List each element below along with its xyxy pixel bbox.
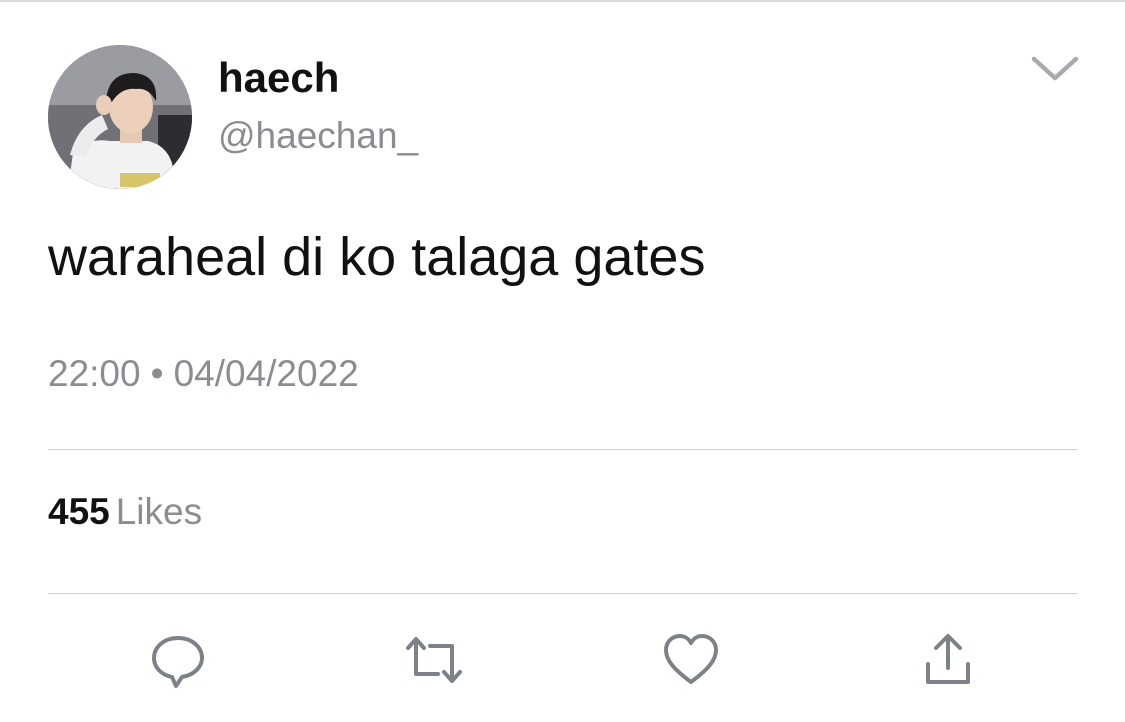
likes-count: 455	[48, 491, 110, 532]
avatar[interactable]	[48, 45, 192, 189]
like-button[interactable]	[661, 630, 721, 690]
top-divider	[0, 0, 1125, 2]
tweet-text: waraheal di ko talaga gates	[48, 227, 706, 287]
tweet-card: haech @haechan_ waraheal di ko talaga ga…	[0, 0, 1125, 722]
share-icon	[926, 634, 970, 684]
divider-bottom	[48, 593, 1077, 594]
tweet-timestamp[interactable]: 22:00 • 04/04/2022	[48, 350, 359, 398]
reply-button[interactable]	[148, 630, 208, 690]
likes-label: Likes	[115, 491, 203, 532]
avatar-image	[48, 45, 192, 189]
retweet-icon	[406, 637, 462, 683]
timestamp-separator: •	[150, 353, 164, 394]
retweet-button[interactable]	[404, 630, 464, 690]
share-button[interactable]	[918, 630, 978, 690]
author-display-name[interactable]: haech	[218, 52, 339, 104]
author-handle[interactable]: @haechan_	[218, 112, 418, 160]
heart-icon	[664, 634, 718, 684]
tweet-date: 04/04/2022	[173, 353, 359, 394]
divider-top	[48, 449, 1077, 450]
comment-icon	[152, 636, 204, 688]
tweet-time: 22:00	[48, 353, 141, 394]
chevron-down-icon[interactable]	[1030, 54, 1080, 84]
likes-stat[interactable]: 455 Likes	[48, 488, 202, 536]
